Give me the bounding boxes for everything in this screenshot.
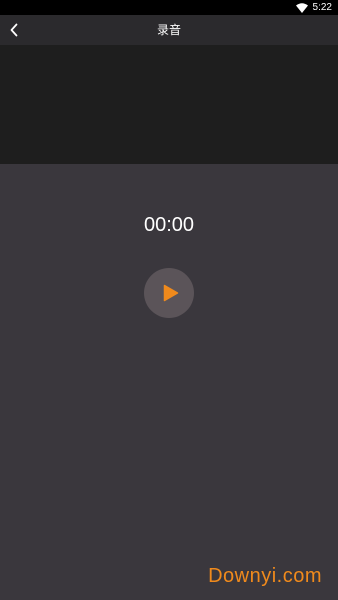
play-icon [163,284,178,302]
status-indicators: 5:22 [295,1,332,14]
recording-timer: 00:00 [143,214,195,236]
page-title: 录音 [156,23,181,37]
status-time: 5:22 [312,2,332,13]
play-button[interactable] [144,268,194,318]
screen: 5:22 录音 00:00 Downyi.com [0,0,338,600]
preview-area [0,45,338,164]
wifi-icon [295,2,308,13]
title-bar: 录音 [0,15,338,45]
watermark: Downyi.com [208,565,322,587]
status-bar: 5:22 [0,0,338,15]
